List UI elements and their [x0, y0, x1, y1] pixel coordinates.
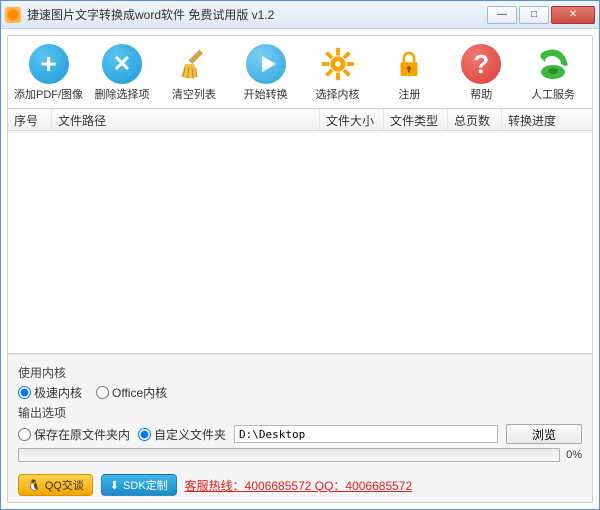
qq-icon: 🐧	[27, 479, 41, 492]
select-engine-button[interactable]: 选择内核	[303, 42, 373, 104]
sdk-icon: ⬇	[110, 479, 119, 492]
lock-icon	[389, 44, 429, 84]
add-file-button[interactable]: 添加PDF/图像	[12, 42, 85, 104]
content-panel: 添加PDF/图像 删除选择项 清空列表 开始转换 选择内核	[7, 35, 593, 503]
phone-icon	[533, 44, 573, 84]
maximize-button[interactable]: □	[519, 6, 549, 24]
progress-bar	[18, 448, 560, 462]
output-same-radio[interactable]: 保存在原文件夹内	[18, 426, 130, 443]
titlebar[interactable]: 捷速图片文字转换成word软件 免费试用版 v1.2 — □ ✕	[1, 1, 599, 29]
engine-label: 使用内核	[18, 364, 66, 381]
plus-icon	[29, 44, 69, 84]
col-size[interactable]: 文件大小	[320, 109, 384, 130]
delete-item-button[interactable]: 删除选择项	[87, 42, 157, 104]
sdk-custom-button[interactable]: ⬇ SDK定制	[101, 474, 177, 496]
gear-icon	[318, 44, 358, 84]
x-icon	[102, 44, 142, 84]
col-progress[interactable]: 转换进度	[502, 109, 592, 130]
col-path[interactable]: 文件路径	[52, 109, 320, 130]
engine-fast-radio[interactable]: 极速内核	[18, 384, 82, 401]
output-custom-radio[interactable]: 自定义文件夹	[138, 426, 226, 443]
app-window: 捷速图片文字转换成word软件 免费试用版 v1.2 — □ ✕ 添加PDF/图…	[0, 0, 600, 510]
play-icon	[246, 44, 286, 84]
question-icon	[461, 44, 501, 84]
clear-list-button[interactable]: 清空列表	[159, 42, 229, 104]
hotline-link[interactable]: 客服热线：4006685572 QQ：4006685572	[185, 477, 412, 494]
window-title: 捷速图片文字转换成word软件 免费试用版 v1.2	[27, 6, 485, 23]
close-button[interactable]: ✕	[551, 6, 595, 24]
footer: 🐧 QQ交谈 ⬇ SDK定制 客服热线：4006685572 QQ：400668…	[8, 470, 592, 502]
file-table: 序号 文件路径 文件大小 文件类型 总页数 转换进度	[8, 108, 592, 354]
help-button[interactable]: 帮助	[446, 42, 516, 104]
start-convert-button[interactable]: 开始转换	[231, 42, 301, 104]
progress-value: 0%	[566, 449, 582, 461]
col-seq[interactable]: 序号	[8, 109, 52, 130]
table-body[interactable]	[8, 131, 592, 353]
broom-icon	[174, 44, 214, 84]
engine-office-radio[interactable]: Office内核	[96, 384, 167, 401]
minimize-button[interactable]: —	[487, 6, 517, 24]
browse-button[interactable]: 浏览	[506, 424, 582, 444]
options-panel: 使用内核 极速内核 Office内核 输出选项 保存在原文件夹内	[8, 354, 592, 470]
col-pages[interactable]: 总页数	[448, 109, 502, 130]
col-type[interactable]: 文件类型	[384, 109, 448, 130]
service-button[interactable]: 人工服务	[518, 42, 588, 104]
toolbar: 添加PDF/图像 删除选择项 清空列表 开始转换 选择内核	[8, 36, 592, 108]
output-path-input[interactable]	[234, 425, 498, 443]
table-header: 序号 文件路径 文件大小 文件类型 总页数 转换进度	[8, 109, 592, 131]
qq-chat-button[interactable]: 🐧 QQ交谈	[18, 474, 93, 496]
output-label: 输出选项	[18, 404, 66, 421]
app-icon	[5, 7, 21, 23]
register-button[interactable]: 注册	[374, 42, 444, 104]
